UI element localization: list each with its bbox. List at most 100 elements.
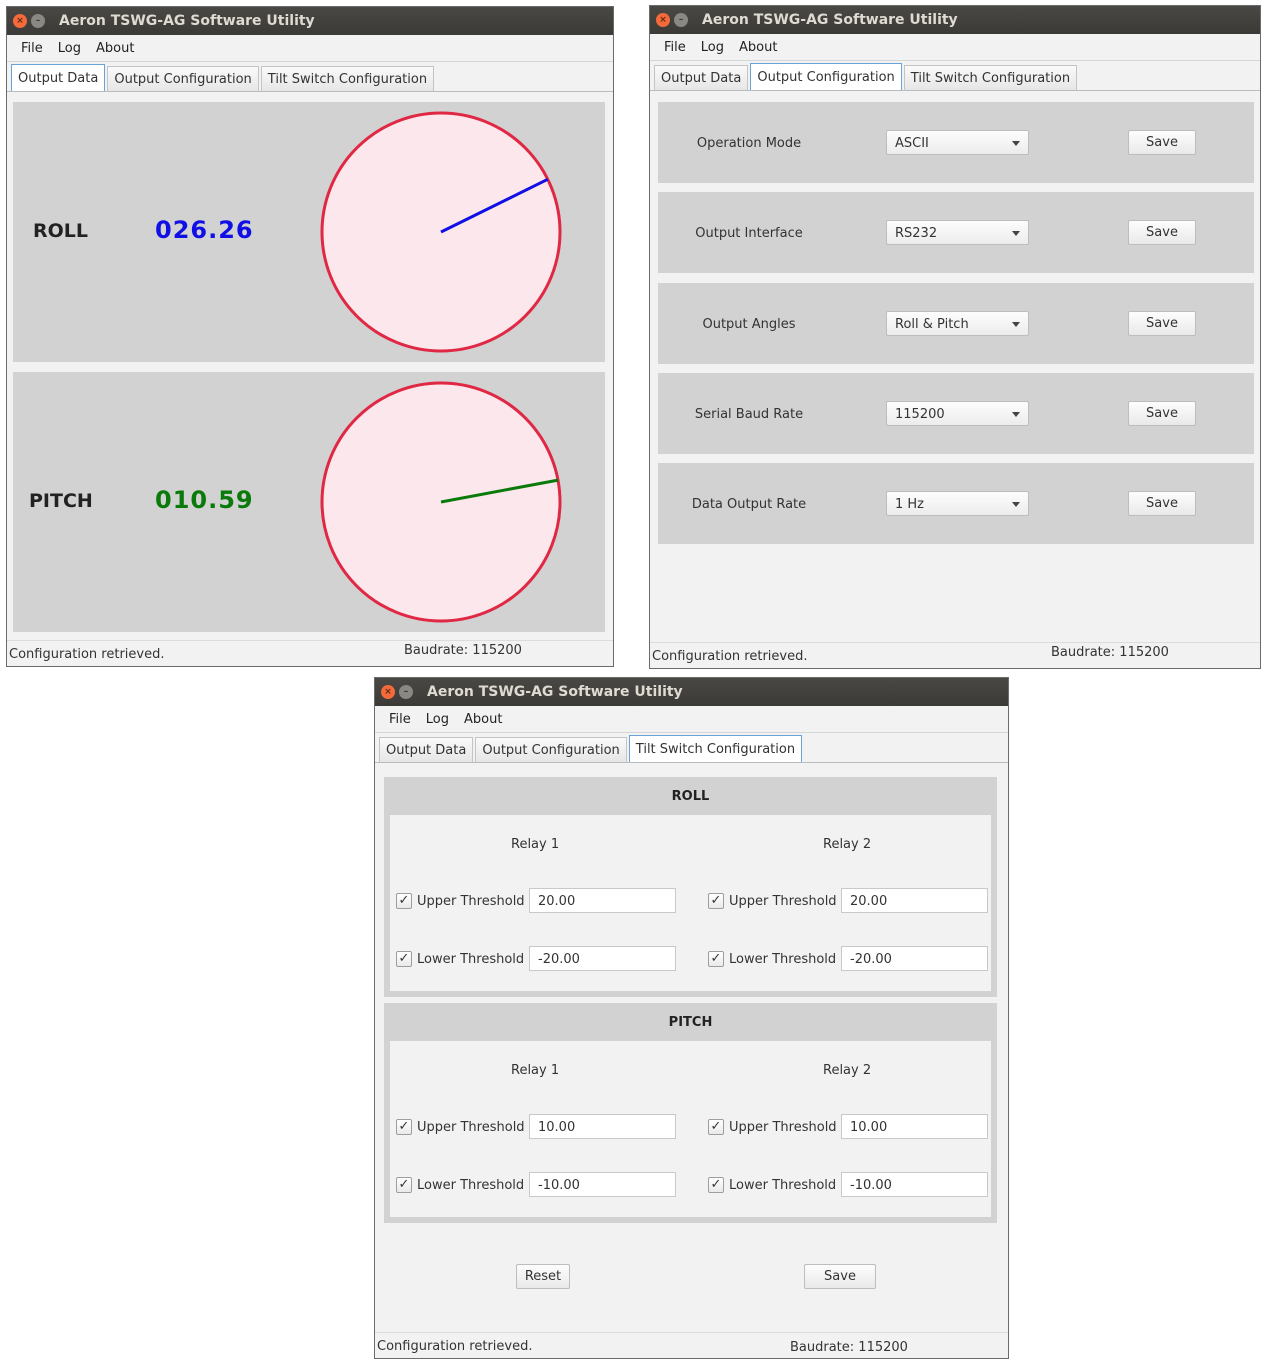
roll-gauge <box>320 111 562 353</box>
menu-log[interactable]: Log <box>58 41 81 56</box>
roll-relay1-lower-checkbox[interactable]: ✓ <box>396 951 412 967</box>
pitch-relay2-upper-checkbox[interactable]: ✓ <box>708 1119 724 1135</box>
title-bar: × – Aeron TSWG-AG Software Utility <box>375 678 1008 706</box>
menu-file[interactable]: File <box>21 41 43 56</box>
pitch-relay1-upper-checkbox[interactable]: ✓ <box>396 1119 412 1135</box>
pitch-gauge <box>320 381 562 623</box>
status-bar: Configuration retrieved. Baudrate: 11520… <box>650 642 1260 668</box>
chevron-down-icon <box>1012 502 1020 507</box>
serial-baud-rate-select[interactable]: 115200 <box>886 401 1029 426</box>
pitch-relay1-lower-checkbox[interactable]: ✓ <box>396 1177 412 1193</box>
upper-threshold-label: Upper Threshold <box>417 1120 525 1135</box>
pitch-panel: PITCH 010.59 <box>13 372 605 632</box>
menu-bar: File Log About <box>650 34 1260 61</box>
roll-relay2-upper-input[interactable]: 20.00 <box>841 888 988 913</box>
tab-tilt-switch-configuration[interactable]: Tilt Switch Configuration <box>628 735 803 762</box>
pitch-relay2-upper-input[interactable]: 10.00 <box>841 1114 988 1139</box>
pitch-relay2-lower-input[interactable]: -10.00 <box>841 1172 988 1197</box>
minimize-icon[interactable]: – <box>31 14 45 28</box>
tab-bar: Output Data Output Configuration Tilt Sw… <box>650 61 1260 91</box>
lower-threshold-label: Lower Threshold <box>417 952 525 967</box>
roll-relay1-lower-input[interactable]: -20.00 <box>529 946 676 971</box>
select-value: Roll & Pitch <box>895 317 969 332</box>
minimize-icon[interactable]: – <box>399 685 413 699</box>
pitch-threshold-panel: PITCH Relay 1 Relay 2 ✓ Upper Threshold … <box>384 1003 997 1223</box>
menu-bar: File Log About <box>375 706 1008 733</box>
chevron-down-icon <box>1012 322 1020 327</box>
relay-container: Relay 1 Relay 2 ✓ Upper Threshold 10.00 … <box>390 1041 991 1217</box>
tab-output-data[interactable]: Output Data <box>654 65 749 90</box>
roll-threshold-panel: ROLL Relay 1 Relay 2 ✓ Upper Threshold 2… <box>384 777 997 997</box>
select-value: 1 Hz <box>895 497 925 512</box>
tab-output-configuration[interactable]: Output Configuration <box>107 66 259 91</box>
upper-threshold-label: Upper Threshold <box>417 894 525 909</box>
upper-threshold-label: Upper Threshold <box>729 1120 837 1135</box>
config-row-serial-baud-rate: Serial Baud Rate 115200 Save <box>658 373 1254 454</box>
chevron-down-icon <box>1012 412 1020 417</box>
relay-2-header: Relay 2 <box>823 1063 872 1078</box>
pitch-relay1-upper-input[interactable]: 10.00 <box>529 1114 676 1139</box>
select-value: RS232 <box>895 226 938 241</box>
upper-threshold-label: Upper Threshold <box>729 894 837 909</box>
menu-about[interactable]: About <box>96 41 134 56</box>
output-angles-select[interactable]: Roll & Pitch <box>886 311 1029 336</box>
baudrate-status: Baudrate: 115200 <box>790 1340 908 1355</box>
roll-relay2-lower-input[interactable]: -20.00 <box>841 946 988 971</box>
save-button[interactable]: Save <box>1128 220 1196 245</box>
config-label: Serial Baud Rate <box>694 407 804 422</box>
menu-log[interactable]: Log <box>701 40 724 55</box>
menu-about[interactable]: About <box>739 40 777 55</box>
config-row-data-output-rate: Data Output Rate 1 Hz Save <box>658 463 1254 544</box>
output-interface-select[interactable]: RS232 <box>886 220 1029 245</box>
reset-button[interactable]: Reset <box>516 1264 570 1289</box>
pitch-relay1-lower-input[interactable]: -10.00 <box>529 1172 676 1197</box>
save-button[interactable]: Save <box>1128 130 1196 155</box>
tab-output-configuration[interactable]: Output Configuration <box>475 737 627 762</box>
select-value: 115200 <box>895 407 945 422</box>
tab-bar: Output Data Output Configuration Tilt Sw… <box>7 62 613 92</box>
close-icon[interactable]: × <box>656 13 670 27</box>
save-button[interactable]: Save <box>1128 491 1196 516</box>
menu-file[interactable]: File <box>389 712 411 727</box>
baudrate-status: Baudrate: 115200 <box>1051 645 1169 660</box>
tab-output-data[interactable]: Output Data <box>11 64 106 91</box>
baudrate-status: Baudrate: 115200 <box>404 643 522 658</box>
minimize-icon[interactable]: – <box>674 13 688 27</box>
roll-relay2-upper-checkbox[interactable]: ✓ <box>708 893 724 909</box>
save-button[interactable]: Save <box>1128 311 1196 336</box>
save-button[interactable]: Save <box>804 1264 876 1289</box>
relay-container: Relay 1 Relay 2 ✓ Upper Threshold 20.00 … <box>390 815 991 991</box>
config-row-output-angles: Output Angles Roll & Pitch Save <box>658 283 1254 364</box>
operation-mode-select[interactable]: ASCII <box>886 130 1029 155</box>
relay-1-header: Relay 1 <box>511 837 560 852</box>
menu-about[interactable]: About <box>464 712 502 727</box>
window-title: Aeron TSWG-AG Software Utility <box>59 13 315 29</box>
close-icon[interactable]: × <box>13 14 27 28</box>
pitch-label: PITCH <box>29 490 93 512</box>
roll-relay2-lower-checkbox[interactable]: ✓ <box>708 951 724 967</box>
config-row-output-interface: Output Interface RS232 Save <box>658 192 1254 273</box>
panel-title: PITCH <box>668 1014 713 1030</box>
menu-file[interactable]: File <box>664 40 686 55</box>
close-icon[interactable]: × <box>381 685 395 699</box>
window-output-configuration: × – Aeron TSWG-AG Software Utility File … <box>649 5 1261 669</box>
save-button[interactable]: Save <box>1128 401 1196 426</box>
roll-value: 026.26 <box>155 216 254 244</box>
lower-threshold-label: Lower Threshold <box>417 1178 525 1193</box>
roll-relay1-upper-checkbox[interactable]: ✓ <box>396 893 412 909</box>
relay-1-header: Relay 1 <box>511 1063 560 1078</box>
pitch-relay2-lower-checkbox[interactable]: ✓ <box>708 1177 724 1193</box>
tab-output-data[interactable]: Output Data <box>379 737 474 762</box>
status-bar: Configuration retrieved. Baudrate: 11520… <box>7 640 613 666</box>
tab-tilt-switch-configuration[interactable]: Tilt Switch Configuration <box>260 66 435 91</box>
config-row-operation-mode: Operation Mode ASCII Save <box>658 102 1254 183</box>
tab-tilt-switch-configuration[interactable]: Tilt Switch Configuration <box>903 65 1078 90</box>
chevron-down-icon <box>1012 141 1020 146</box>
config-label: Output Angles <box>702 317 796 332</box>
title-bar: × – Aeron TSWG-AG Software Utility <box>7 7 613 35</box>
menu-log[interactable]: Log <box>426 712 449 727</box>
tab-output-configuration[interactable]: Output Configuration <box>750 63 902 90</box>
menu-bar: File Log About <box>7 35 613 62</box>
data-output-rate-select[interactable]: 1 Hz <box>886 491 1029 516</box>
roll-relay1-upper-input[interactable]: 20.00 <box>529 888 676 913</box>
